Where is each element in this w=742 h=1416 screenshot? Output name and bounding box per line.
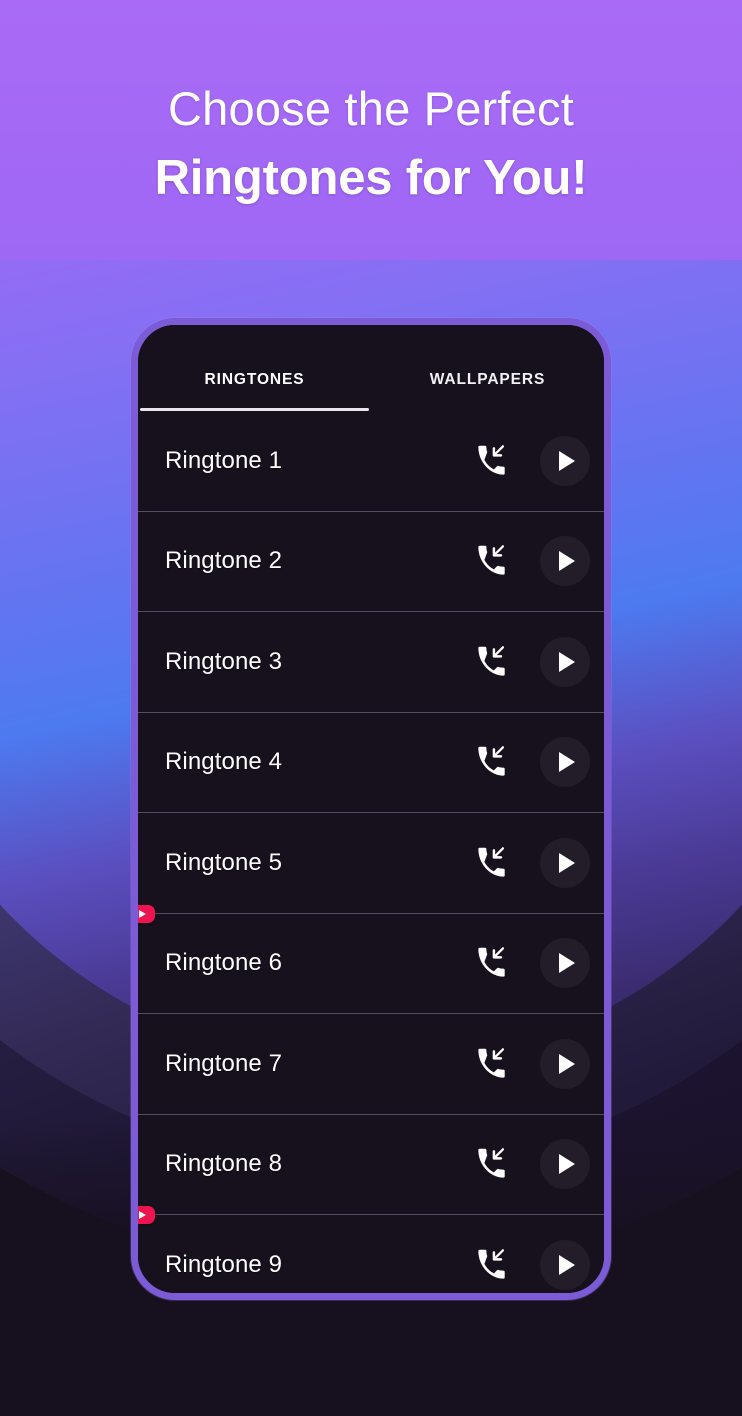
phone-mockup: RINGTONES WALLPAPERS Ringtone 1 Ringtone… <box>131 318 611 1300</box>
ringtone-row-3[interactable]: Ringtone 3 <box>138 612 604 713</box>
ringtone-row-8[interactable]: Ringtone 8 <box>138 1114 604 1215</box>
play-button[interactable] <box>540 1038 590 1089</box>
play-icon <box>559 953 575 974</box>
incoming-call-icon <box>472 742 512 782</box>
ringtone-row-6[interactable]: Ringtone 6 <box>138 904 604 1014</box>
incoming-call-icon <box>472 1044 512 1084</box>
play-button[interactable] <box>540 1139 590 1190</box>
ringtone-list: Ringtone 1 Ringtone 2 Ringtone 3 Rington… <box>138 411 604 1293</box>
ringtone-row-2[interactable]: Ringtone 2 <box>138 511 604 612</box>
tab-wallpapers[interactable]: WALLPAPERS <box>371 371 604 411</box>
ringtone-row-label: Ringtone 2 <box>165 547 283 575</box>
ringtone-row-label: Ringtone 6 <box>165 949 283 977</box>
ad-badge-icon[interactable] <box>138 904 155 923</box>
ringtone-row-label: Ringtone 3 <box>165 647 283 675</box>
play-button[interactable] <box>540 1239 590 1290</box>
ringtone-row-label: Ringtone 7 <box>165 1049 283 1077</box>
play-button[interactable] <box>540 536 590 587</box>
tab-ringtones[interactable]: RINGTONES <box>138 371 371 411</box>
phone-screen: RINGTONES WALLPAPERS Ringtone 1 Ringtone… <box>138 325 604 1293</box>
headline-line-1: Choose the Perfect <box>168 82 574 135</box>
play-icon <box>559 1053 575 1074</box>
play-icon <box>559 551 575 572</box>
play-button[interactable] <box>540 938 590 989</box>
incoming-call-icon <box>472 1144 512 1184</box>
ringtone-row-label: Ringtone 4 <box>165 748 283 776</box>
play-button[interactable] <box>540 737 590 788</box>
play-icon <box>559 752 575 773</box>
app-store-promo-screenshot: Choose the Perfect Ringtones for You! RI… <box>0 0 742 1416</box>
play-button[interactable] <box>540 636 590 687</box>
incoming-call-icon <box>472 843 512 883</box>
play-icon <box>559 651 575 672</box>
play-icon <box>559 852 575 873</box>
ad-badge-icon[interactable] <box>138 1206 155 1224</box>
ringtone-row-9[interactable]: Ringtone 9 <box>138 1206 604 1293</box>
ringtone-row-4[interactable]: Ringtone 4 <box>138 712 604 813</box>
ad-badge-triangle <box>139 1211 146 1219</box>
ringtone-row-label: Ringtone 9 <box>165 1250 283 1278</box>
tab-bar: RINGTONES WALLPAPERS <box>138 325 604 411</box>
incoming-call-icon <box>472 541 512 581</box>
ringtone-row-label: Ringtone 5 <box>165 848 283 876</box>
play-icon <box>559 1154 575 1175</box>
incoming-call-icon <box>472 1245 512 1285</box>
headline-line-2: Ringtones for You! <box>154 151 588 205</box>
ringtone-row-label: Ringtone 1 <box>165 446 283 474</box>
play-button[interactable] <box>540 837 590 888</box>
incoming-call-icon <box>472 441 512 481</box>
tab-wallpapers-label: WALLPAPERS <box>429 371 546 388</box>
promo-headline: Choose the Perfect Ringtones for You! <box>0 78 742 216</box>
play-button[interactable] <box>540 435 590 486</box>
ringtone-row-label: Ringtone 8 <box>165 1150 283 1178</box>
tab-ringtones-label: RINGTONES <box>204 371 305 388</box>
ringtone-row-7[interactable]: Ringtone 7 <box>138 1014 604 1115</box>
ringtone-row-1[interactable]: Ringtone 1 <box>138 411 604 512</box>
play-icon <box>559 450 575 471</box>
ringtone-row-5[interactable]: Ringtone 5 <box>138 813 604 914</box>
ad-badge-triangle <box>139 909 146 918</box>
incoming-call-icon <box>472 642 512 682</box>
play-icon <box>559 1254 575 1275</box>
incoming-call-icon <box>472 943 512 983</box>
